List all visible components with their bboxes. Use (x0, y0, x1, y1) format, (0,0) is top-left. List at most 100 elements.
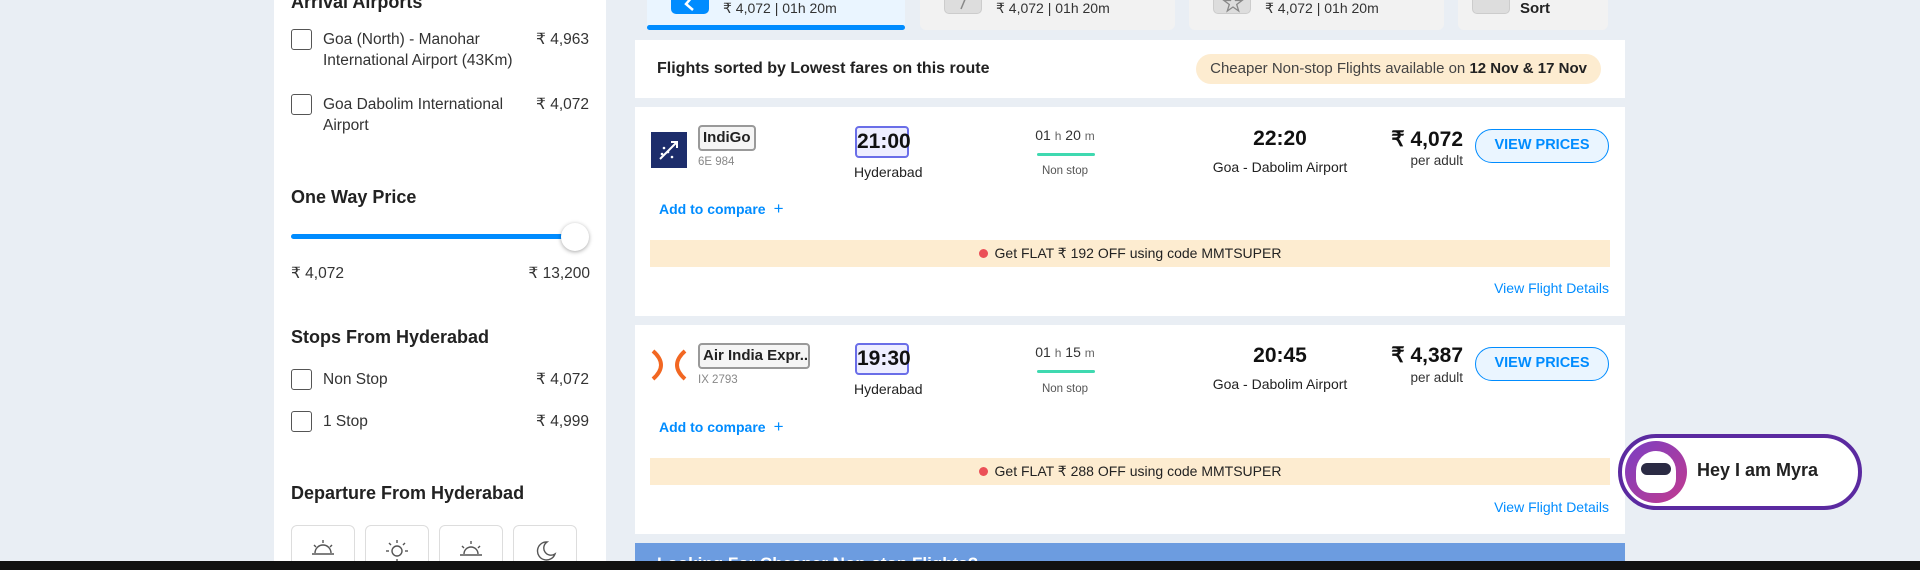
arrival-time: 20:45 (1253, 344, 1307, 367)
time-slot-night[interactable] (513, 525, 577, 561)
flight-card: Air India Expr... IX 2793 19:30 Hyderaba… (635, 325, 1625, 534)
checkbox[interactable] (291, 369, 312, 390)
compare-label: Add to compare (659, 201, 766, 217)
filter-price: ₹ 4,999 (536, 413, 589, 430)
time-slot-early-morning[interactable] (291, 525, 355, 561)
sunset-icon (460, 541, 482, 556)
compare-label: Add to compare (659, 419, 766, 435)
flight-price: ₹ 4,072 (1391, 128, 1463, 151)
arrival-city: Goa - Dabolim Airport (1212, 159, 1348, 175)
tab-fastest[interactable]: ₹ 4,072 | 01h 20m (920, 0, 1175, 30)
duration-line (1037, 370, 1095, 373)
price-slider-handle[interactable] (561, 223, 589, 251)
filter-price: ₹ 4,963 (536, 31, 589, 48)
sort-info-bar: Flights sorted by Lowest fares on this r… (635, 40, 1625, 98)
filter-label: Goa Dabolim International Airport (323, 96, 504, 134)
add-to-compare-link[interactable]: Add to compare + (659, 199, 784, 219)
robot-icon (1636, 451, 1676, 493)
promo-dot-icon (978, 249, 988, 258)
duration-hours-unit: h (1054, 346, 1062, 360)
departure-city: Hyderabad (854, 381, 923, 397)
sun-icon (386, 540, 408, 561)
checkbox[interactable] (291, 411, 312, 432)
duration-hours: 01 (1035, 127, 1051, 143)
airline-name: IndiGo (698, 125, 756, 151)
cheapest-icon (671, 0, 709, 14)
myra-avatar (1625, 441, 1687, 503)
promo-text: Get FLAT ₹ 192 OFF using code MMTSUPER (994, 245, 1282, 261)
tab-fastest-text: ₹ 4,072 | 01h 20m (996, 0, 1110, 16)
pill-text: Cheaper Non-stop Flights available on (1210, 60, 1470, 77)
tab-sort[interactable]: Sort (1458, 0, 1608, 30)
tab-other-text: ₹ 4,072 | 01h 20m (1265, 0, 1379, 16)
duration-hours: 01 (1035, 344, 1051, 360)
view-prices-button[interactable]: VIEW PRICES (1475, 347, 1609, 381)
moon-icon (536, 541, 557, 561)
duration-minutes: 15 (1065, 344, 1081, 360)
filter-label: Goa (North) - Manohar International Airp… (323, 31, 513, 69)
star-icon (1213, 0, 1251, 14)
flight-price: ₹ 4,387 (1391, 344, 1463, 367)
arrival-city: Goa - Dabolim Airport (1212, 376, 1348, 392)
one-way-price-title: One Way Price (291, 187, 417, 207)
air-india-express-logo (651, 347, 687, 383)
flight-code: IX 2793 (698, 374, 738, 386)
robot-visor (1641, 463, 1671, 475)
flight-code: 6E 984 (698, 156, 735, 168)
tab-cheapest[interactable]: ₹ 4,072 | 01h 20m (647, 0, 905, 30)
filter-stop-nonstop[interactable]: Non Stop ₹ 4,072 (291, 369, 589, 390)
filter-label: Non Stop (323, 371, 388, 388)
filter-price: ₹ 4,072 (536, 96, 589, 113)
plus-icon: + (773, 199, 784, 218)
stops-title: Stops From Hyderabad (291, 327, 490, 347)
flight-duration: 01 h 15 m (1025, 344, 1105, 360)
flight-card: IndiGo 6E 984 21:00 Hyderabad 01 h 20 m … (635, 107, 1625, 316)
promo-banner: Get FLAT ₹ 192 OFF using code MMTSUPER (650, 240, 1610, 267)
departure-title: Departure From Hyderabad (291, 483, 525, 503)
filter-airport-goa-north[interactable]: Goa (North) - Manohar International Airp… (291, 29, 589, 71)
screen-bottom-bar (0, 561, 1920, 570)
promo-dot-icon (978, 467, 988, 476)
departure-city: Hyderabad (854, 164, 923, 180)
tab-other[interactable]: ₹ 4,072 | 01h 20m (1189, 0, 1444, 30)
filter-airport-goa-dabolim[interactable]: Goa Dabolim International Airport ₹ 4,07… (291, 94, 589, 136)
price-per-adult: per adult (1410, 370, 1463, 385)
price-slider-track[interactable] (291, 234, 577, 239)
duration-minutes-unit: m (1084, 346, 1095, 360)
checkbox[interactable] (291, 94, 312, 115)
promo-banner: Get FLAT ₹ 288 OFF using code MMTSUPER (650, 458, 1610, 485)
price-per-adult: per adult (1410, 153, 1463, 168)
sunrise-icon (312, 540, 334, 555)
duration-minutes-unit: m (1084, 129, 1095, 143)
duration-minutes: 20 (1065, 127, 1081, 143)
view-flight-details-link[interactable]: View Flight Details (1494, 280, 1609, 296)
sort-title: Flights sorted by Lowest fares on this r… (657, 60, 990, 77)
tab-cheapest-text: ₹ 4,072 | 01h 20m (723, 0, 837, 16)
tab-sort-text: Sort (1520, 0, 1550, 17)
filter-sidebar: Arrival Airports Goa (North) - Manohar I… (274, 0, 606, 561)
flight-duration: 01 h 20 m (1025, 127, 1105, 143)
add-to-compare-link[interactable]: Add to compare + (659, 417, 784, 437)
duration-line (1037, 153, 1095, 156)
pill-dates: 12 Nov & 17 Nov (1469, 60, 1587, 77)
filter-label: 1 Stop (323, 413, 368, 430)
departure-time: 21:00 (855, 126, 911, 158)
myra-chat-widget[interactable]: Hey I am Myra (1618, 434, 1862, 510)
time-slot-morning[interactable] (365, 525, 429, 561)
price-min-label: ₹ 4,072 (291, 265, 344, 282)
plus-icon: + (773, 417, 784, 436)
filter-stop-one[interactable]: 1 Stop ₹ 4,999 (291, 411, 589, 432)
view-flight-details-link[interactable]: View Flight Details (1494, 499, 1609, 515)
duration-hours-unit: h (1054, 129, 1062, 143)
indigo-logo (651, 132, 687, 168)
departure-time: 19:30 (855, 343, 911, 375)
fastest-icon (944, 0, 982, 14)
results-panel: ₹ 4,072 | 01h 20m ₹ 4,072 | 01h 20m ₹ 4,… (635, 0, 1625, 570)
filter-price: ₹ 4,072 (536, 371, 589, 388)
checkbox[interactable] (291, 29, 312, 50)
time-slot-afternoon[interactable] (439, 525, 503, 561)
view-prices-button[interactable]: VIEW PRICES (1475, 129, 1609, 163)
cheaper-nonstop-pill[interactable]: Cheaper Non-stop Flights available on 12… (1196, 54, 1601, 84)
stops-label: Non stop (1041, 383, 1089, 395)
sort-icon (1472, 0, 1510, 14)
